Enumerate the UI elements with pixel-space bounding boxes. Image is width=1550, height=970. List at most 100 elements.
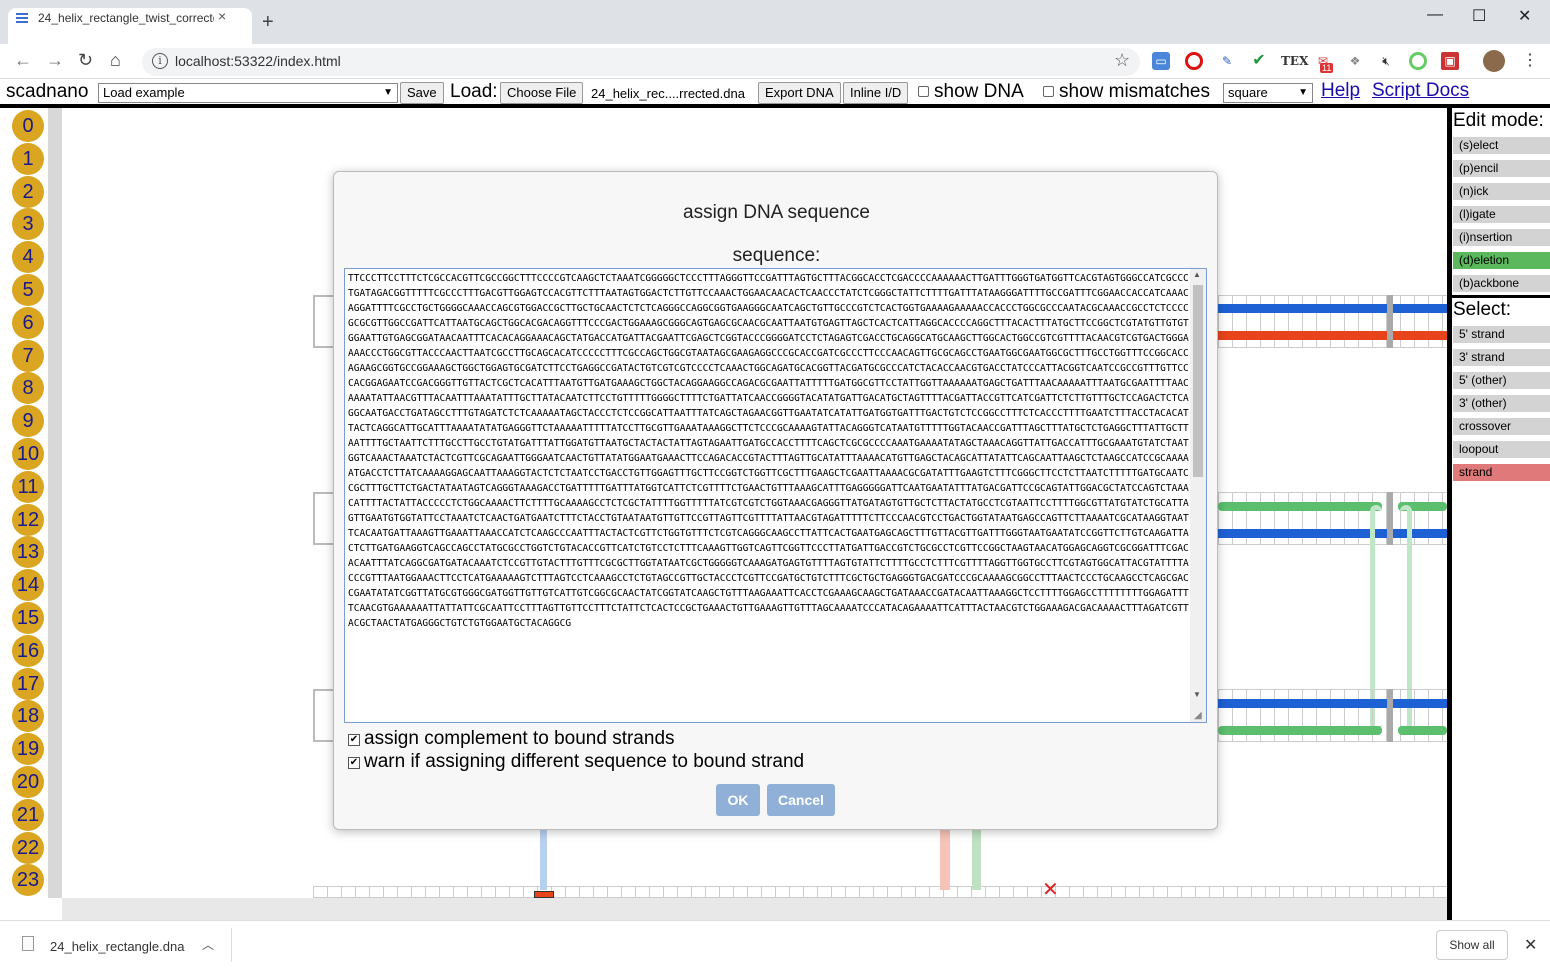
strand-green[interactable] bbox=[1218, 502, 1382, 511]
select-3-strand[interactable]: 3' strand bbox=[1453, 349, 1550, 366]
check-icon[interactable]: ✔ bbox=[1250, 52, 1268, 70]
helix-circle-6[interactable]: 6 bbox=[12, 306, 44, 339]
sequence-label: sequence: bbox=[732, 245, 821, 266]
warn-different-checkbox[interactable]: ✔ bbox=[348, 757, 360, 769]
crossover-blue-faded[interactable] bbox=[540, 830, 547, 890]
helix-circle-4[interactable]: 4 bbox=[12, 241, 44, 274]
cancel-button[interactable]: Cancel bbox=[767, 784, 835, 816]
helix-circle-0[interactable]: 0 bbox=[12, 110, 44, 142]
load-example-select[interactable]: Load example ▼ bbox=[98, 83, 398, 103]
close-window-button[interactable]: ✕ bbox=[1518, 6, 1531, 26]
helix-circle-16[interactable]: 16 bbox=[12, 634, 44, 667]
main-view-scrollbar[interactable] bbox=[62, 898, 1447, 920]
choose-file-button[interactable]: Choose File bbox=[500, 82, 584, 104]
draw-icon[interactable]: ✎ bbox=[1218, 52, 1236, 70]
opera-icon[interactable] bbox=[1185, 52, 1203, 70]
select-5-strand[interactable]: 5' strand bbox=[1453, 326, 1550, 343]
helix-circle-10[interactable]: 10 bbox=[12, 438, 44, 470]
helix-circle-21[interactable]: 21 bbox=[12, 798, 44, 831]
sequence-textarea[interactable]: TTCCCTTCCTTTCTCGCCACGTTCGCCGGCTTTCCCCGTC… bbox=[344, 268, 1207, 723]
edit-mode-deletion[interactable]: (d)eletion bbox=[1453, 252, 1550, 269]
menu-icon[interactable]: ⋮ bbox=[1522, 50, 1538, 70]
select-strand[interactable]: strand bbox=[1453, 464, 1550, 481]
strand-end-marker[interactable] bbox=[534, 891, 554, 898]
minimize-button[interactable]: — bbox=[1427, 6, 1443, 24]
dropdown-arrow-icon: ▼ bbox=[1298, 87, 1308, 98]
select-crossover[interactable]: crossover bbox=[1453, 418, 1550, 435]
colorzilla-icon[interactable] bbox=[1409, 52, 1427, 70]
select-loopout[interactable]: loopout bbox=[1453, 441, 1550, 458]
script-docs-link[interactable]: Script Docs bbox=[1372, 80, 1469, 102]
strand-green[interactable] bbox=[1398, 726, 1447, 735]
deletion-x-icon[interactable]: ✕ bbox=[1042, 880, 1059, 900]
home-button[interactable]: ⌂ bbox=[110, 50, 121, 71]
tex-icon[interactable]: TEX bbox=[1281, 52, 1308, 70]
helix-circle-7[interactable]: 7 bbox=[12, 339, 44, 372]
select-3-other-[interactable]: 3' (other) bbox=[1453, 395, 1550, 412]
helix-circle-19[interactable]: 19 bbox=[12, 733, 44, 766]
file-name: 24_helix_rec....rrected.dna bbox=[591, 86, 745, 101]
download-file-name[interactable]: 24_helix_rectangle.dna bbox=[50, 939, 184, 954]
edit-mode-select[interactable]: (s)elect bbox=[1453, 137, 1550, 154]
helix-circle-1[interactable]: 1 bbox=[12, 142, 44, 175]
strand-red[interactable] bbox=[1218, 331, 1447, 340]
crossover-red-faded[interactable] bbox=[940, 830, 950, 890]
strand-blue[interactable] bbox=[1218, 529, 1447, 538]
show-mismatches-checkbox[interactable] bbox=[1043, 86, 1054, 97]
bookmark-star-icon[interactable]: ☆ bbox=[1114, 50, 1130, 71]
helix-circle-14[interactable]: 14 bbox=[12, 569, 44, 602]
reload-button[interactable]: ↻ bbox=[78, 50, 93, 71]
helix-circle-12[interactable]: 12 bbox=[12, 503, 44, 536]
edit-mode-ligate[interactable]: (l)igate bbox=[1453, 206, 1550, 223]
crossover-green-faded[interactable] bbox=[972, 830, 981, 890]
save-button[interactable]: Save bbox=[400, 82, 444, 104]
textarea-scroll-thumb[interactable] bbox=[1193, 285, 1203, 477]
ok-button[interactable]: OK bbox=[716, 784, 760, 816]
scroll-up-icon[interactable]: ▲ bbox=[1193, 270, 1201, 279]
info-icon[interactable]: i bbox=[152, 53, 168, 69]
helix-circle-11[interactable]: 11 bbox=[12, 470, 44, 503]
load-example-value: Load example bbox=[103, 85, 185, 100]
forward-button[interactable]: → bbox=[46, 50, 64, 71]
grid-select[interactable]: square ▼ bbox=[1223, 83, 1313, 103]
message-icon[interactable]: ▭ bbox=[1152, 52, 1170, 70]
url-text[interactable]: localhost:53322/index.html bbox=[175, 53, 341, 69]
edit-mode-backbone[interactable]: (b)ackbone bbox=[1453, 275, 1550, 292]
strand-green[interactable] bbox=[1218, 726, 1382, 735]
edit-mode-pencil[interactable]: (p)encil bbox=[1453, 160, 1550, 177]
helix-circle-2[interactable]: 2 bbox=[12, 175, 44, 208]
helix-circle-9[interactable]: 9 bbox=[12, 405, 44, 438]
export-dna-button[interactable]: Export DNA bbox=[758, 82, 841, 104]
show-mismatches-label: show mismatches bbox=[1059, 81, 1210, 102]
avatar[interactable] bbox=[1483, 50, 1505, 72]
resize-handle-icon[interactable]: ◢ bbox=[1194, 710, 1202, 721]
tab-close-icon[interactable]: × bbox=[218, 8, 226, 24]
helix-circle-22[interactable]: 22 bbox=[12, 831, 44, 864]
new-tab-button[interactable]: + bbox=[262, 12, 274, 32]
dropbox-icon[interactable]: ❖ bbox=[1346, 52, 1364, 70]
close-download-bar-button[interactable]: ✕ bbox=[1524, 935, 1537, 955]
scroll-down-icon[interactable]: ▼ bbox=[1193, 690, 1201, 699]
helix-circle-17[interactable]: 17 bbox=[12, 667, 44, 700]
strand-blue[interactable] bbox=[1218, 699, 1447, 708]
edit-mode-insertion[interactable]: (i)nsertion bbox=[1453, 229, 1550, 246]
helix-circle-20[interactable]: 20 bbox=[12, 766, 44, 798]
show-all-button[interactable]: Show all bbox=[1436, 930, 1508, 960]
assign-dna-dialog: assign DNA sequence sequence: TTCCCTTCCT… bbox=[333, 171, 1218, 830]
strand-blue[interactable] bbox=[1218, 304, 1447, 313]
edit-mode-nick[interactable]: (n)ick bbox=[1453, 183, 1550, 200]
inline-id-button[interactable]: Inline I/D bbox=[843, 82, 909, 104]
back-button[interactable]: ← bbox=[14, 50, 32, 71]
helix-circle-5[interactable]: 5 bbox=[12, 274, 44, 306]
chevron-up-icon[interactable]: ︿ bbox=[202, 936, 214, 953]
select-5-other-[interactable]: 5' (other) bbox=[1453, 372, 1550, 389]
show-dna-checkbox[interactable] bbox=[918, 86, 929, 97]
mute-icon[interactable]: 🔇︎ bbox=[1377, 52, 1395, 70]
assign-complement-checkbox[interactable]: ✔ bbox=[348, 734, 360, 746]
helix-circle-15[interactable]: 15 bbox=[12, 602, 44, 634]
maximize-button[interactable]: ☐ bbox=[1472, 6, 1486, 26]
grid-select-value: square bbox=[1228, 85, 1268, 100]
puzzle-icon[interactable]: ▣ bbox=[1441, 52, 1459, 70]
show-dna-label: show DNA bbox=[934, 81, 1024, 102]
help-link[interactable]: Help bbox=[1321, 80, 1360, 102]
